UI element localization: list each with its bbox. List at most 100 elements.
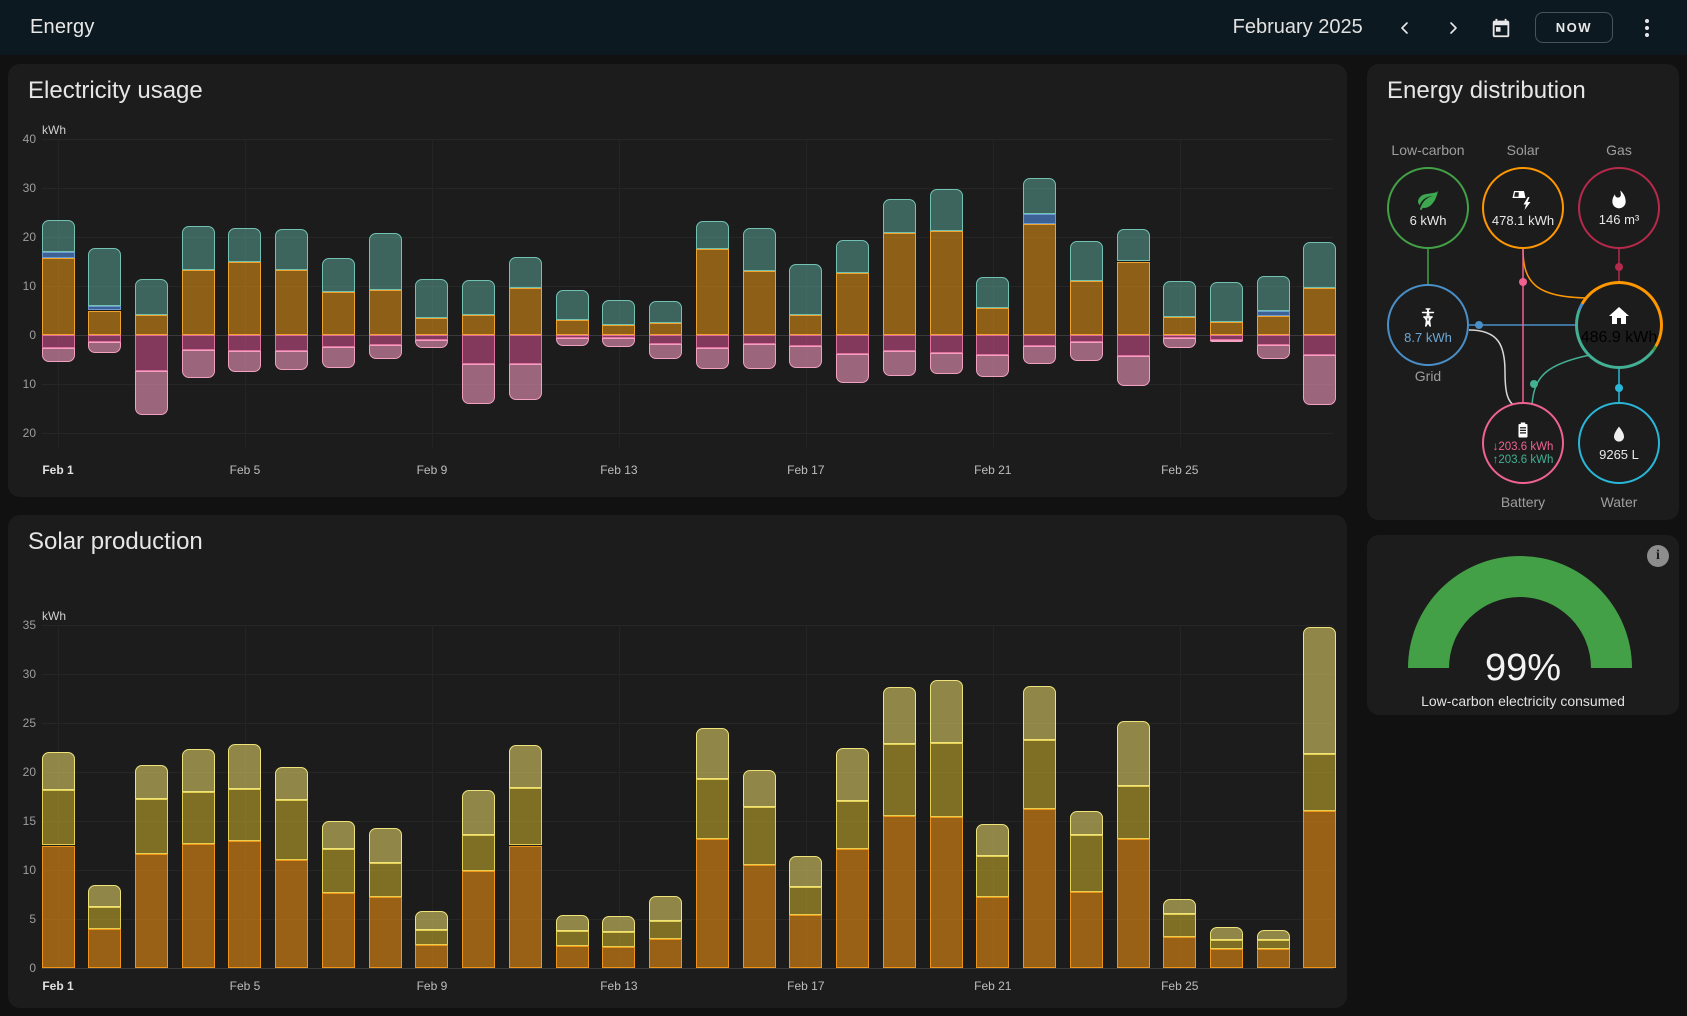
bar-segment[interactable] — [1210, 949, 1243, 968]
bar-segment[interactable] — [275, 351, 308, 370]
bar-segment[interactable] — [1163, 914, 1196, 937]
bar-segment[interactable] — [1163, 899, 1196, 914]
bar-segment[interactable] — [509, 846, 542, 969]
bar-segment[interactable] — [509, 257, 542, 288]
bar-segment[interactable] — [696, 779, 729, 839]
bar-segment[interactable] — [42, 846, 75, 969]
bar-segment[interactable] — [1303, 242, 1336, 289]
bar-segment[interactable] — [1303, 335, 1336, 355]
bar-segment[interactable] — [182, 350, 215, 378]
bar-segment[interactable] — [182, 749, 215, 791]
bar-segment[interactable] — [462, 315, 495, 335]
bar-segment[interactable] — [182, 226, 215, 271]
bar-segment[interactable] — [696, 249, 729, 335]
bar-segment[interactable] — [930, 335, 963, 353]
bar-segment[interactable] — [789, 315, 822, 335]
bar-segment[interactable] — [88, 907, 121, 929]
bar-segment[interactable] — [1117, 839, 1150, 968]
bar-segment[interactable] — [462, 335, 495, 364]
bar-segment[interactable] — [743, 865, 776, 968]
bar-segment[interactable] — [696, 348, 729, 370]
bar-segment[interactable] — [135, 315, 168, 335]
bar-segment[interactable] — [1303, 811, 1336, 968]
bar-segment[interactable] — [1117, 786, 1150, 839]
bar-segment[interactable] — [135, 371, 168, 415]
bar-segment[interactable] — [976, 308, 1009, 335]
bar-segment[interactable] — [228, 841, 261, 968]
bar-segment[interactable] — [1257, 276, 1290, 311]
bar-segment[interactable] — [369, 345, 402, 359]
bar-segment[interactable] — [1210, 340, 1243, 342]
bar-segment[interactable] — [1023, 740, 1056, 810]
bar-segment[interactable] — [1257, 316, 1290, 335]
bar-segment[interactable] — [135, 854, 168, 968]
bar-segment[interactable] — [509, 364, 542, 400]
bar-segment[interactable] — [649, 344, 682, 359]
bar-segment[interactable] — [1163, 317, 1196, 335]
bar-segment[interactable] — [930, 817, 963, 968]
bar-segment[interactable] — [649, 921, 682, 939]
bar-segment[interactable] — [1303, 355, 1336, 405]
bar-segment[interactable] — [649, 301, 682, 323]
bar-segment[interactable] — [322, 335, 355, 347]
bar-segment[interactable] — [836, 354, 869, 383]
bar-segment[interactable] — [883, 816, 916, 968]
bar-segment[interactable] — [883, 744, 916, 817]
bar-segment[interactable] — [1070, 342, 1103, 362]
bar-segment[interactable] — [462, 790, 495, 835]
bar-segment[interactable] — [1257, 949, 1290, 968]
bar-segment[interactable] — [182, 844, 215, 968]
bar-segment[interactable] — [789, 346, 822, 368]
bar-segment[interactable] — [649, 335, 682, 344]
bar-segment[interactable] — [1023, 178, 1056, 215]
bar-segment[interactable] — [1070, 811, 1103, 835]
bar-segment[interactable] — [930, 353, 963, 375]
bar-segment[interactable] — [930, 231, 963, 335]
bar-segment[interactable] — [42, 220, 75, 252]
bar-segment[interactable] — [415, 279, 448, 318]
bar-segment[interactable] — [1070, 335, 1103, 342]
bar-segment[interactable] — [1117, 229, 1150, 262]
bar-segment[interactable] — [135, 799, 168, 854]
bar-segment[interactable] — [369, 828, 402, 863]
bar-segment[interactable] — [135, 335, 168, 371]
bar-segment[interactable] — [88, 248, 121, 306]
bar-segment[interactable] — [1210, 322, 1243, 335]
bar-segment[interactable] — [1117, 335, 1150, 356]
bar-segment[interactable] — [976, 856, 1009, 897]
bar-segment[interactable] — [789, 887, 822, 915]
bar-segment[interactable] — [696, 728, 729, 779]
bar-segment[interactable] — [275, 800, 308, 860]
bar-segment[interactable] — [602, 947, 635, 968]
bar-segment[interactable] — [462, 364, 495, 403]
bar-segment[interactable] — [1257, 335, 1290, 345]
bar-segment[interactable] — [789, 856, 822, 886]
bar-segment[interactable] — [743, 770, 776, 807]
bar-segment[interactable] — [462, 835, 495, 871]
bar-segment[interactable] — [930, 189, 963, 231]
bar-segment[interactable] — [1303, 754, 1336, 811]
bar-segment[interactable] — [88, 885, 121, 908]
bar-segment[interactable] — [88, 335, 121, 342]
bar-segment[interactable] — [1117, 356, 1150, 386]
bar-segment[interactable] — [228, 335, 261, 351]
bar-segment[interactable] — [1023, 686, 1056, 740]
bar-segment[interactable] — [883, 687, 916, 744]
bar-segment[interactable] — [743, 807, 776, 865]
bar-segment[interactable] — [883, 335, 916, 351]
bar-segment[interactable] — [88, 342, 121, 353]
previous-period-button[interactable] — [1385, 8, 1425, 48]
bar-segment[interactable] — [1163, 281, 1196, 317]
bar-segment[interactable] — [602, 932, 635, 948]
bar-segment[interactable] — [228, 744, 261, 789]
bar-segment[interactable] — [275, 860, 308, 968]
solar-production-chart[interactable]: 35302520151050Feb 1Feb 5Feb 9Feb 13Feb 1… — [8, 515, 1347, 1008]
bar-segment[interactable] — [1070, 835, 1103, 892]
bar-segment[interactable] — [556, 946, 589, 968]
bar-segment[interactable] — [322, 258, 355, 292]
bar-segment[interactable] — [836, 849, 869, 968]
bar-segment[interactable] — [1257, 311, 1290, 316]
bar-segment[interactable] — [789, 915, 822, 968]
bar-segment[interactable] — [556, 338, 589, 345]
bar-segment[interactable] — [649, 323, 682, 335]
